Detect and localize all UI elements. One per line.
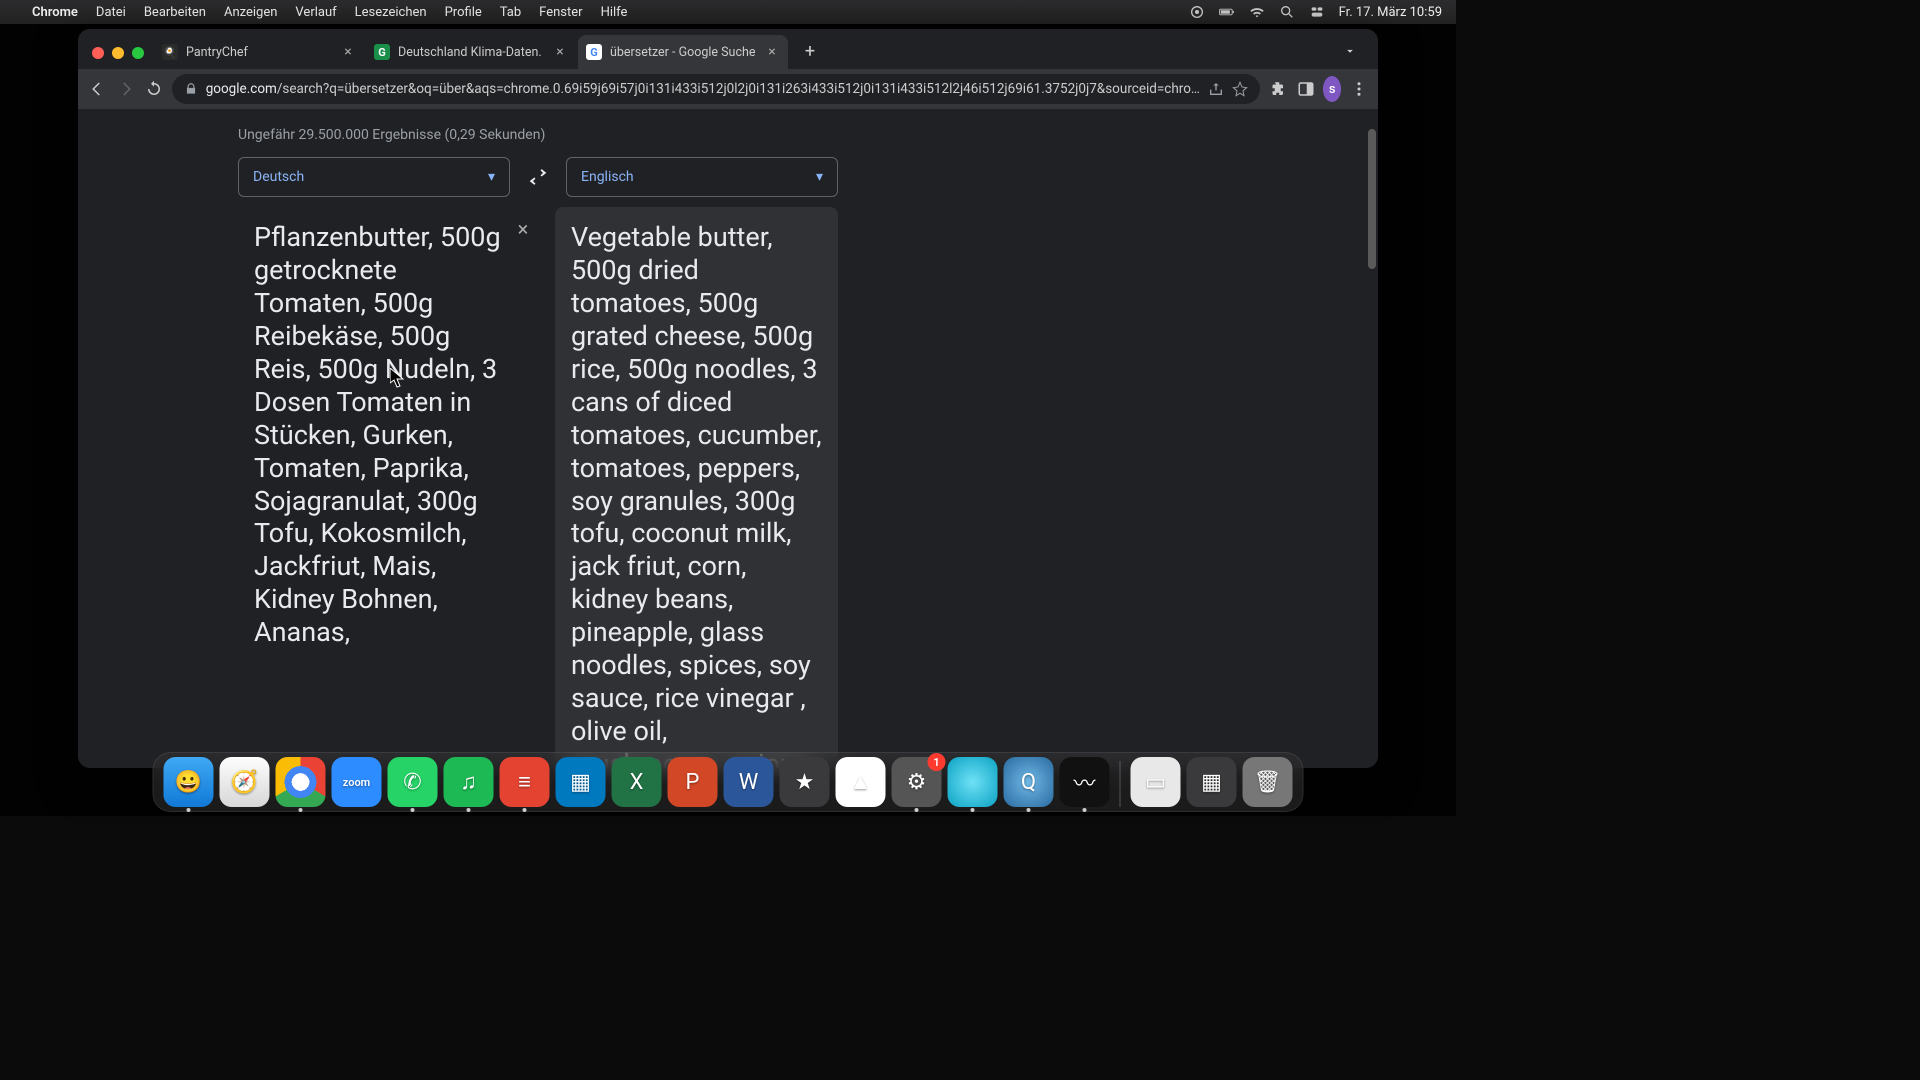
dock-app-imovie[interactable]: ★	[780, 757, 830, 807]
menubar-appname[interactable]: Chrome	[32, 5, 78, 20]
tab-klima[interactable]: G Deutschland Klima-Daten. ×	[366, 35, 576, 69]
dock-item-desk-a[interactable]: ▭	[1131, 757, 1181, 807]
extensions-icon[interactable]	[1266, 73, 1289, 105]
dock-app-trello[interactable]: ▦	[556, 757, 606, 807]
dock-app-word[interactable]: W	[724, 757, 774, 807]
target-language-select[interactable]: Englisch ▾	[566, 157, 838, 197]
chevron-down-icon: ▾	[816, 169, 823, 185]
dock-app-spotify[interactable]: ♫	[444, 757, 494, 807]
control-center-icon[interactable]	[1309, 4, 1325, 20]
profile-avatar[interactable]: s	[1323, 76, 1341, 102]
dock-app-finder[interactable]: 😀	[164, 757, 214, 807]
chrome-window: 🍳 PantryChef × G Deutschland Klima-Daten…	[78, 29, 1378, 768]
side-panel-icon[interactable]	[1295, 73, 1318, 105]
clear-source-button[interactable]: ×	[511, 217, 535, 241]
tab-pantrychef[interactable]: 🍳 PantryChef ×	[154, 35, 364, 69]
dock-app-voice[interactable]: 〰	[1060, 757, 1110, 807]
bookmark-star-icon[interactable]	[1232, 81, 1248, 97]
translate-widget: Deutsch ▾ Englisch ▾ Pflanzenbutter, 500…	[238, 157, 838, 768]
dock-item-desk-b[interactable]: ▦	[1187, 757, 1237, 807]
tab-close-button[interactable]: ×	[764, 44, 780, 60]
window-controls	[86, 47, 154, 69]
menu-anzeigen[interactable]: Anzeigen	[224, 5, 277, 20]
share-icon[interactable]	[1208, 81, 1224, 97]
desktop: 🍳 PantryChef × G Deutschland Klima-Daten…	[0, 24, 1456, 816]
menu-lesezeichen[interactable]: Lesezeichen	[355, 5, 427, 20]
tab-overflow-button[interactable]	[1336, 37, 1364, 65]
target-text-pane: Vegetable butter, 500g dried tomatoes, 5…	[555, 207, 838, 768]
window-close-button[interactable]	[92, 47, 104, 59]
dock: 😀🧭zoom✆♫≡▦XPW★▲⚙︎1Q〰▭▦🗑	[153, 752, 1304, 812]
tab-close-button[interactable]: ×	[340, 44, 356, 60]
tab-favicon: G	[374, 44, 390, 60]
scrollbar[interactable]	[1366, 109, 1376, 768]
target-language-label: Englisch	[581, 169, 634, 185]
macos-menubar: Chrome Datei Bearbeiten Anzeigen Verlauf…	[0, 0, 1456, 24]
translate-panes: Pflanzenbutter, 500g getrocknete Tomaten…	[238, 207, 838, 768]
source-language-label: Deutsch	[253, 169, 304, 185]
menu-verlauf[interactable]: Verlauf	[295, 5, 336, 20]
source-language-select[interactable]: Deutsch ▾	[238, 157, 510, 197]
menu-hilfe[interactable]: Hilfe	[601, 5, 628, 20]
dock-separator	[1120, 761, 1121, 807]
dock-app-todoist[interactable]: ≡	[500, 757, 550, 807]
new-tab-button[interactable]: +	[796, 37, 824, 65]
menu-fenster[interactable]: Fenster	[539, 5, 582, 20]
url-bar[interactable]: google.com/search?q=übersetzer&oq=über&a…	[172, 74, 1260, 104]
window-maximize-button[interactable]	[132, 47, 144, 59]
menu-tab[interactable]: Tab	[500, 5, 521, 20]
source-text-pane[interactable]: Pflanzenbutter, 500g getrocknete Tomaten…	[238, 207, 545, 768]
scrollbar-thumb[interactable]	[1368, 129, 1376, 269]
reload-button[interactable]	[143, 73, 166, 105]
menu-datei[interactable]: Datei	[96, 5, 126, 20]
chrome-menu-icon[interactable]	[1347, 73, 1370, 105]
battery-icon[interactable]	[1219, 4, 1235, 20]
tab-favicon: G	[586, 44, 602, 60]
spotlight-icon[interactable]	[1279, 4, 1295, 20]
source-text: Pflanzenbutter, 500g getrocknete Tomaten…	[254, 221, 501, 648]
dock-app-zoom[interactable]: zoom	[332, 757, 382, 807]
tab-title: Deutschland Klima-Daten.	[398, 45, 544, 60]
browser-toolbar: google.com/search?q=übersetzer&oq=über&a…	[78, 69, 1378, 109]
video-icon[interactable]	[1189, 4, 1205, 20]
back-button[interactable]	[86, 73, 109, 105]
results-count: Ungefähr 29.500.000 Ergebnisse (0,29 Sek…	[78, 109, 1378, 143]
dock-app-excel[interactable]: X	[612, 757, 662, 807]
dock-app-settings[interactable]: ⚙︎1	[892, 757, 942, 807]
page-content: Ungefähr 29.500.000 Ergebnisse (0,29 Sek…	[78, 109, 1378, 768]
dock-app-ppt[interactable]: P	[668, 757, 718, 807]
dock-app-blank-blue[interactable]	[948, 757, 998, 807]
menubar-clock[interactable]: Fr. 17. März 10:59	[1339, 5, 1442, 20]
dock-app-safari[interactable]: 🧭	[220, 757, 270, 807]
window-minimize-button[interactable]	[112, 47, 124, 59]
target-text: Vegetable butter, 500g dried tomatoes, 5…	[571, 221, 822, 768]
tab-title: übersetzer - Google Suche	[610, 45, 756, 60]
url-text: google.com/search?q=übersetzer&oq=über&a…	[206, 81, 1200, 97]
dock-app-chrome-d[interactable]	[276, 757, 326, 807]
chevron-down-icon: ▾	[488, 169, 495, 185]
dock-app-drive[interactable]: ▲	[836, 757, 886, 807]
tab-strip: 🍳 PantryChef × G Deutschland Klima-Daten…	[78, 29, 1378, 69]
menu-bearbeiten[interactable]: Bearbeiten	[144, 5, 206, 20]
lock-icon	[184, 82, 198, 96]
dock-item-trash[interactable]: 🗑	[1243, 757, 1293, 807]
dock-app-whatsapp[interactable]: ✆	[388, 757, 438, 807]
tab-favicon: 🍳	[162, 44, 178, 60]
wifi-icon[interactable]	[1249, 4, 1265, 20]
tab-uebersetzer[interactable]: G übersetzer - Google Suche ×	[578, 35, 788, 69]
menu-profile[interactable]: Profile	[445, 5, 482, 20]
language-row: Deutsch ▾ Englisch ▾	[238, 157, 838, 197]
tab-title: PantryChef	[186, 45, 332, 60]
dock-app-qt[interactable]: Q	[1004, 757, 1054, 807]
forward-button[interactable]	[115, 73, 138, 105]
swap-languages-button[interactable]	[520, 159, 556, 195]
tab-close-button[interactable]: ×	[552, 44, 568, 60]
